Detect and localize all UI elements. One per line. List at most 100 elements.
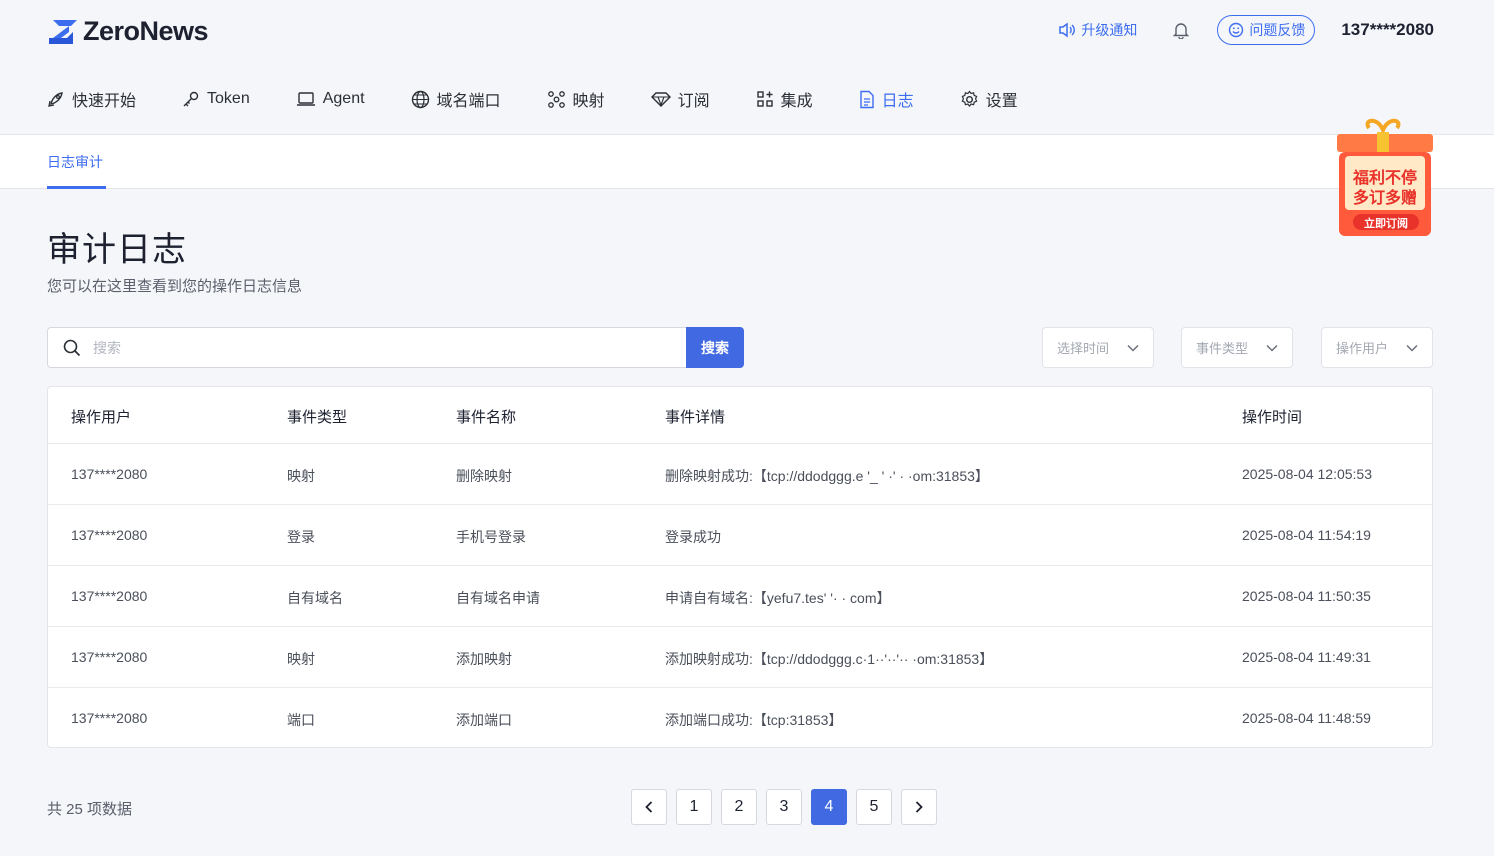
bell-icon — [1173, 23, 1190, 39]
upgrade-notice-link[interactable]: 升级通知 — [1058, 20, 1137, 40]
chevron-left-icon — [645, 801, 653, 813]
nav-mapping[interactable]: 映射 — [547, 87, 605, 111]
cell-user: 137****2080 — [71, 588, 148, 604]
cell-event-type: 映射 — [287, 651, 315, 667]
table-row: 137****2080 端口 添加端口 添加端口成功:【tcp:31853】 2… — [48, 688, 1432, 749]
cell-event-detail: 申请自有域名:【yefu7.tes' '· · com】 — [665, 590, 891, 606]
cell-event-name: 删除映射 — [456, 468, 512, 484]
cell-event-name: 手机号登录 — [456, 529, 526, 545]
nav-label: 订阅 — [677, 93, 710, 110]
filter-label: 事件类型 — [1196, 341, 1249, 356]
page-button-2[interactable]: 2 — [721, 789, 757, 825]
cell-event-detail: 添加端口成功:【tcp:31853】 — [665, 712, 843, 728]
chevron-down-icon — [1127, 344, 1139, 352]
column-header-user: 操作用户 — [71, 409, 132, 426]
total-count: 共 25 项数据 — [47, 801, 133, 818]
nav-agent[interactable]: Agent — [296, 90, 365, 108]
nav-label: 域名端口 — [436, 93, 501, 110]
audit-log-table: 操作用户 事件类型 事件名称 事件详情 操作时间 137****2080 映射 … — [47, 386, 1433, 748]
cell-event-name: 自有域名申请 — [456, 590, 540, 606]
operator-filter-select[interactable]: 操作用户 — [1321, 327, 1433, 368]
pagination: 1 2 3 4 5 — [631, 789, 946, 825]
tab-audit-log[interactable]: 日志审计 — [47, 152, 103, 172]
cell-time: 2025-08-04 12:05:53 — [1242, 466, 1372, 482]
apps-icon — [756, 91, 773, 107]
laptop-icon — [296, 92, 315, 106]
nav-label: 映射 — [572, 93, 605, 110]
cell-time: 2025-08-04 11:49:31 — [1242, 649, 1371, 665]
key-icon — [183, 91, 199, 107]
nav-label: 快速开始 — [72, 93, 137, 110]
globe-icon — [411, 90, 429, 108]
chevron-down-icon — [1406, 344, 1418, 352]
cell-user: 137****2080 — [71, 710, 148, 726]
user-account[interactable]: 137****2080 — [1341, 20, 1434, 40]
column-header-time: 操作时间 — [1242, 409, 1303, 426]
notification-bell-button[interactable] — [1173, 21, 1190, 39]
nav-label: 日志 — [881, 93, 914, 110]
smile-icon — [1229, 22, 1244, 38]
next-page-button[interactable] — [901, 789, 937, 825]
search-field[interactable] — [47, 327, 686, 368]
column-header-event-type: 事件类型 — [287, 409, 348, 426]
cell-event-detail: 删除映射成功:【tcp://ddodggg.e '_ ' ·' · ·om:31… — [665, 468, 989, 484]
zeronews-logo-icon — [49, 19, 77, 44]
chevron-right-icon — [915, 801, 923, 813]
cell-event-type: 映射 — [287, 468, 315, 484]
nav-token[interactable]: Token — [182, 90, 250, 108]
filter-label: 选择时间 — [1057, 341, 1110, 356]
nav-integration[interactable]: 集成 — [756, 87, 813, 111]
gear-icon — [961, 90, 977, 107]
page-button-5[interactable]: 5 — [856, 789, 892, 825]
cell-user: 137****2080 — [71, 649, 148, 665]
sub-nav-bar: 日志审计 — [0, 135, 1494, 189]
cell-event-name: 添加端口 — [456, 712, 512, 728]
promo-line2: 多订多赠 — [1352, 190, 1417, 207]
nav-quick-start[interactable]: 快速开始 — [47, 87, 136, 111]
cell-user: 137****2080 — [71, 466, 148, 482]
cell-event-type: 登录 — [287, 529, 315, 545]
prev-page-button[interactable] — [631, 789, 667, 825]
promo-gift-banner[interactable]: 福利不停 多订多赠 立即订阅 — [1331, 118, 1435, 240]
nav-subscription[interactable]: 订阅 — [650, 87, 710, 111]
main-nav: 快速开始 Token Agent 域名端口 映射 订阅 集成 日志 设置 — [47, 86, 1064, 112]
column-header-event-name: 事件名称 — [456, 409, 517, 426]
nav-settings[interactable]: 设置 — [960, 87, 1018, 111]
page-button-3[interactable]: 3 — [766, 789, 802, 825]
rocket-icon — [48, 92, 63, 107]
page-subtitle: 您可以在这里查看到您的操作日志信息 — [47, 278, 303, 295]
logo[interactable]: ZeroNews — [47, 16, 209, 47]
cell-event-detail: 登录成功 — [665, 529, 721, 545]
filter-label: 操作用户 — [1336, 341, 1389, 356]
search-input[interactable] — [93, 339, 653, 356]
time-filter-select[interactable]: 选择时间 — [1042, 327, 1154, 368]
table-header: 操作用户 事件类型 事件名称 事件详情 操作时间 — [48, 387, 1432, 444]
cell-user: 137****2080 — [71, 527, 148, 543]
table-row: 137****2080 映射 添加映射 添加映射成功:【tcp://ddodgg… — [48, 627, 1432, 688]
table-row: 137****2080 自有域名 自有域名申请 申请自有域名:【yefu7.te… — [48, 566, 1432, 627]
cell-time: 2025-08-04 11:50:35 — [1242, 588, 1371, 604]
feedback-label: 问题反馈 — [1249, 22, 1306, 38]
nav-domain-port[interactable]: 域名端口 — [411, 87, 501, 111]
cell-event-name: 添加映射 — [456, 651, 512, 667]
nav-label: Token — [207, 90, 250, 107]
logo-text: ZeroNews — [83, 16, 209, 46]
cell-event-type: 端口 — [287, 712, 315, 728]
active-tab-indicator — [47, 186, 106, 189]
nav-label: 集成 — [780, 93, 813, 110]
cell-event-type: 自有域名 — [287, 590, 343, 606]
cell-event-detail: 添加映射成功:【tcp://ddodggg.c·1··'··'·· ·om:31… — [665, 651, 994, 667]
page-button-1[interactable]: 1 — [676, 789, 712, 825]
speaker-icon — [1059, 22, 1076, 38]
chevron-down-icon — [1266, 344, 1278, 352]
nav-label: 设置 — [985, 93, 1018, 110]
nav-logs[interactable]: 日志 — [859, 87, 914, 111]
page-title: 审计日志 — [47, 231, 187, 269]
event-type-filter-select[interactable]: 事件类型 — [1181, 327, 1293, 368]
top-bar: ZeroNews 升级通知 问题反馈 137****2080 快速开始 Toke… — [0, 0, 1494, 135]
page-button-4-current[interactable]: 4 — [811, 789, 847, 825]
search-button[interactable]: 搜索 — [686, 327, 744, 368]
column-header-event-detail: 事件详情 — [665, 409, 726, 426]
promo-button: 立即订阅 — [1364, 218, 1408, 230]
feedback-button[interactable]: 问题反馈 — [1217, 15, 1316, 45]
